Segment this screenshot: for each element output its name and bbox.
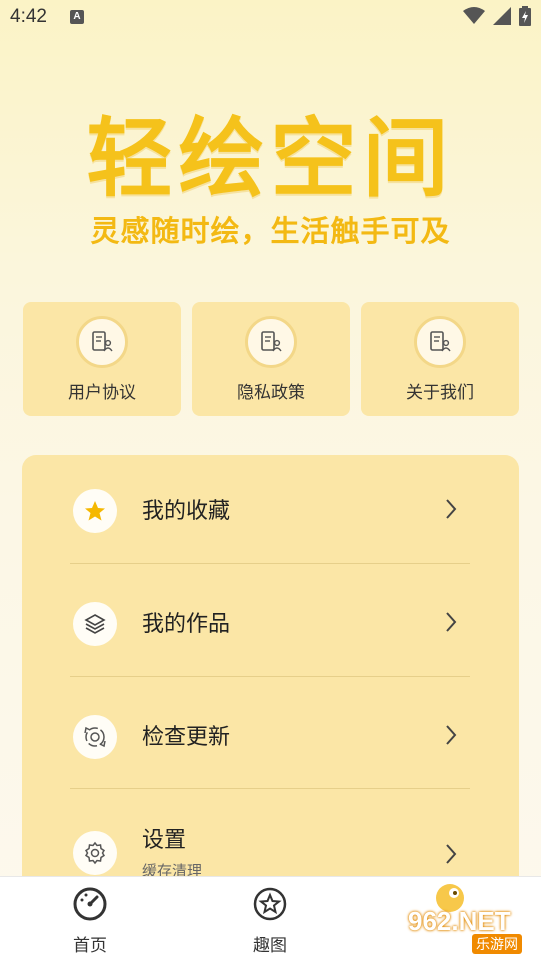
app-title: 轻绘空间 <box>86 109 455 209</box>
menu-label-settings: 设置 <box>142 828 187 853</box>
menu-label-favorites: 我的收藏 <box>142 499 231 524</box>
layers-icon <box>73 602 117 646</box>
notification-icon: A <box>70 10 84 24</box>
menu-label-check-update: 检查更新 <box>142 725 231 750</box>
tab-fun-pics-label: 趣图 <box>253 936 287 956</box>
status-time: 4:42 <box>10 6 47 27</box>
menu-item-my-works[interactable]: 我的作品 <box>22 568 519 680</box>
chevron-right-icon <box>446 725 457 745</box>
watermark-subtext: 乐游网 <box>472 934 522 954</box>
menu-label-my-works: 我的作品 <box>142 612 231 637</box>
refresh-icon <box>73 715 117 759</box>
chevron-right-icon <box>446 499 457 519</box>
star-circle-icon <box>253 887 287 921</box>
tab-fun-pics[interactable]: 趣图 <box>210 877 330 961</box>
menu-sublabel-settings: 缓存清理 <box>142 862 203 876</box>
speedometer-icon <box>73 887 107 921</box>
divider <box>70 676 470 677</box>
chevron-right-icon <box>446 612 457 632</box>
divider <box>70 788 470 789</box>
menu-panel: 我的收藏 我的作品 检查更新 设置 缓存清理 <box>22 455 519 895</box>
chevron-right-icon <box>446 844 457 864</box>
about-us-label: 关于我们 <box>406 383 474 403</box>
menu-item-favorites[interactable]: 我的收藏 <box>22 455 519 567</box>
about-us-card[interactable]: 关于我们 <box>361 302 519 416</box>
document-user-icon <box>245 316 297 368</box>
privacy-policy-card[interactable]: 隐私政策 <box>192 302 350 416</box>
watermark-logo: 962.NET 乐游网 <box>400 882 541 956</box>
document-user-icon <box>414 316 466 368</box>
gear-icon <box>73 831 117 875</box>
tab-home-label: 首页 <box>73 936 107 956</box>
tab-home[interactable]: 首页 <box>30 877 150 961</box>
battery-icon <box>519 6 531 26</box>
status-bar: 4:42 A <box>0 0 541 36</box>
divider <box>70 563 470 564</box>
privacy-policy-label: 隐私政策 <box>237 383 305 403</box>
menu-item-check-update[interactable]: 检查更新 <box>22 681 519 793</box>
app-slogan: 灵感随时绘，生活触手可及 <box>90 214 451 248</box>
status-indicators <box>463 6 531 26</box>
user-agreement-card[interactable]: 用户协议 <box>23 302 181 416</box>
star-icon <box>73 489 117 533</box>
wifi-icon <box>463 7 485 24</box>
document-user-icon <box>76 316 128 368</box>
user-agreement-label: 用户协议 <box>68 383 136 403</box>
watermark-text: 962.NET <box>408 906 511 936</box>
signal-icon <box>493 7 511 25</box>
